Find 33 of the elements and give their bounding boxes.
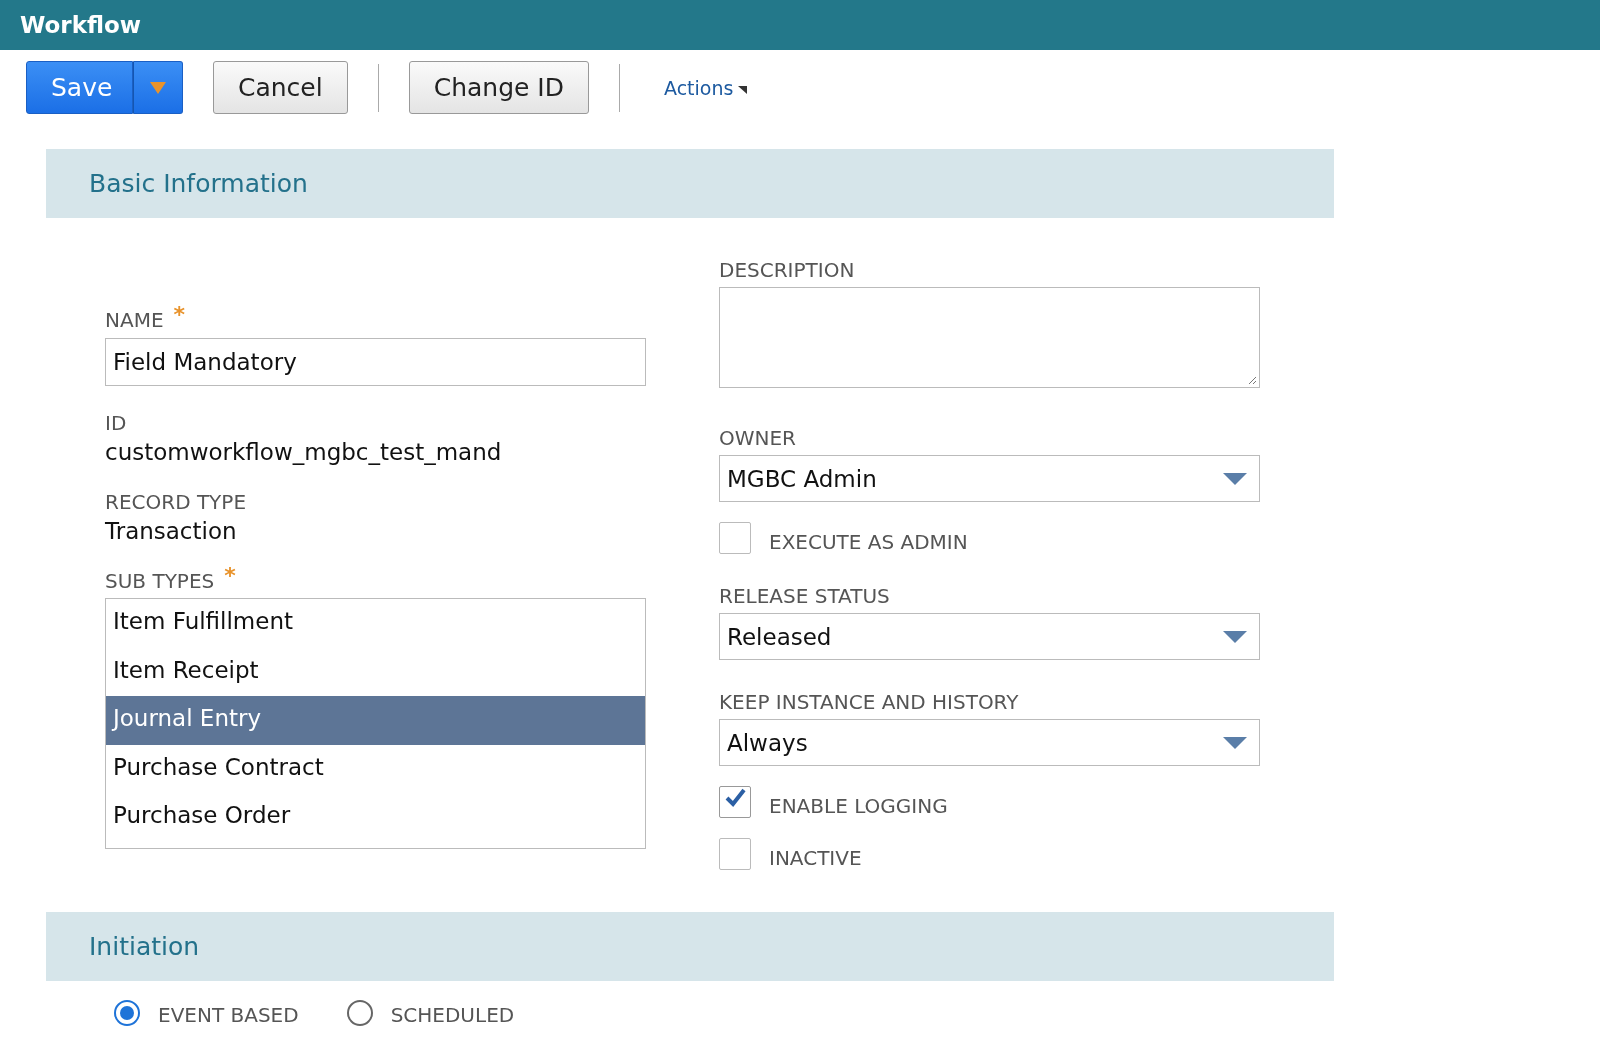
window-title: Workflow [20, 12, 142, 38]
list-option[interactable]: Purchase Order [106, 793, 645, 842]
checkbox-label: EXECUTE AS ADMIN [769, 530, 968, 554]
section-title: Basic Information [88, 169, 308, 198]
dropdown-field[interactable]: Released [719, 613, 1260, 660]
dropdown-field[interactable]: Always [719, 719, 1260, 766]
field-value: Transaction [105, 518, 237, 544]
radio-label: SCHEDULED [390, 1003, 515, 1027]
checkbox-label: ENABLE LOGGING [769, 794, 948, 818]
list-option[interactable]: Journal Entry [106, 696, 645, 745]
field-label: OWNER [719, 426, 796, 450]
field-value: customworkflow_mgbc_test_mand [105, 439, 502, 465]
list-option[interactable]: Item Fulfillment [106, 599, 645, 648]
required-mark: * [173, 302, 186, 327]
field-label: NAME [105, 308, 164, 332]
required-mark: * [224, 563, 236, 588]
toolbar-button[interactable]: Change ID [408, 61, 589, 114]
field-label: RECORD TYPE [105, 490, 247, 514]
actions-menu[interactable]: Actions [664, 76, 748, 99]
checkbox-label: INACTIVE [769, 846, 862, 870]
field-label: RELEASE STATUS [719, 584, 890, 608]
list-option[interactable]: Item Receipt [106, 647, 645, 696]
field-label: KEEP INSTANCE AND HISTORY [719, 690, 1019, 714]
field-label: ID [105, 411, 127, 435]
section-title: Initiation [88, 932, 200, 961]
list-option[interactable]: Purchase Contract [106, 744, 645, 793]
field-label: DESCRIPTION [719, 258, 855, 282]
save-button[interactable]: Save [26, 61, 133, 114]
toolbar-button[interactable]: Cancel [213, 61, 348, 114]
name-input-field[interactable]: Field Mandatory [105, 338, 646, 386]
dropdown-field[interactable]: MGBC Admin [719, 455, 1260, 502]
field-label: SUB TYPES [105, 569, 215, 593]
radio-label: EVENT BASED [158, 1003, 299, 1027]
